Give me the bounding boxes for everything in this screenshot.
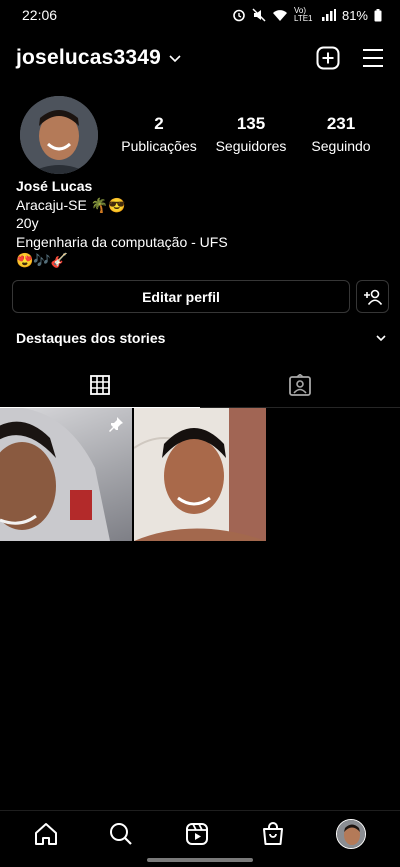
highlights-title: Destaques dos stories bbox=[16, 330, 166, 346]
following-count: 231 bbox=[326, 114, 356, 133]
stat-followers[interactable]: 135 Seguidores bbox=[206, 114, 296, 154]
menu-icon[interactable] bbox=[362, 48, 384, 68]
discover-people-button[interactable] bbox=[356, 280, 389, 313]
posts-label: Publicações bbox=[121, 138, 197, 154]
followers-count: 135 bbox=[236, 114, 266, 133]
mute-icon bbox=[252, 8, 266, 22]
profile-actions: Editar perfil bbox=[12, 280, 389, 313]
bio-line: Engenharia da computação - UFS bbox=[16, 233, 228, 250]
profile-bio: José Lucas Aracaju-SE 🌴😎 20y Engenharia … bbox=[16, 177, 386, 270]
stat-following[interactable]: 231 Seguindo bbox=[296, 114, 386, 154]
signal-icon bbox=[321, 9, 336, 21]
pin-icon bbox=[109, 417, 123, 432]
grid-icon bbox=[90, 374, 110, 395]
reels-icon[interactable] bbox=[185, 822, 209, 846]
tab-tagged[interactable] bbox=[200, 362, 400, 407]
bio-line: 😍🎶🎸 bbox=[16, 252, 69, 268]
username-switcher[interactable]: joselucas3349 bbox=[16, 46, 161, 70]
battery-level: 81% bbox=[341, 7, 368, 23]
following-label: Seguindo bbox=[311, 138, 371, 154]
profile-avatar[interactable] bbox=[20, 96, 98, 174]
home-indicator[interactable] bbox=[147, 858, 253, 862]
profile-name: José Lucas bbox=[16, 178, 93, 194]
profile-tab-avatar[interactable] bbox=[336, 818, 367, 849]
wifi-icon bbox=[272, 9, 287, 21]
status-bar: 22:06 Vo) LTE1 81% bbox=[0, 0, 400, 30]
status-icons: Vo) LTE1 81% bbox=[232, 7, 382, 23]
followers-label: Seguidores bbox=[215, 138, 287, 154]
shop-icon[interactable] bbox=[261, 821, 285, 846]
post-thumbnail[interactable] bbox=[134, 408, 266, 541]
search-icon[interactable] bbox=[109, 822, 133, 846]
edit-profile-button[interactable]: Editar perfil bbox=[12, 280, 350, 313]
status-time: 22:06 bbox=[22, 7, 58, 23]
plus-square-icon[interactable] bbox=[316, 46, 340, 70]
bio-line: 20y bbox=[16, 215, 39, 231]
posts-count: 2 bbox=[154, 114, 164, 133]
chevron-down-icon[interactable] bbox=[169, 55, 181, 63]
profile-tabs bbox=[0, 362, 400, 408]
stat-posts: 2 Publicações bbox=[114, 114, 204, 154]
add-user-icon bbox=[363, 289, 382, 305]
bottom-navigation bbox=[0, 810, 400, 856]
alarm-icon bbox=[233, 9, 245, 22]
tab-posts-grid[interactable] bbox=[0, 362, 200, 408]
profile-header: joselucas3349 bbox=[0, 40, 400, 76]
network-label: Vo) LTE1 bbox=[293, 6, 313, 23]
battery-icon bbox=[374, 8, 382, 21]
profile-summary: 2 Publicações 135 Seguidores 231 Seguind… bbox=[0, 96, 400, 176]
posts-grid bbox=[0, 408, 400, 541]
post-thumbnail[interactable] bbox=[0, 408, 132, 541]
tagged-user-icon bbox=[289, 373, 311, 396]
story-highlights-toggle[interactable]: Destaques dos stories bbox=[16, 330, 386, 346]
bio-line: Aracaju-SE 🌴😎 bbox=[16, 196, 126, 213]
chevron-down-icon bbox=[376, 334, 386, 341]
home-icon[interactable] bbox=[34, 822, 58, 846]
